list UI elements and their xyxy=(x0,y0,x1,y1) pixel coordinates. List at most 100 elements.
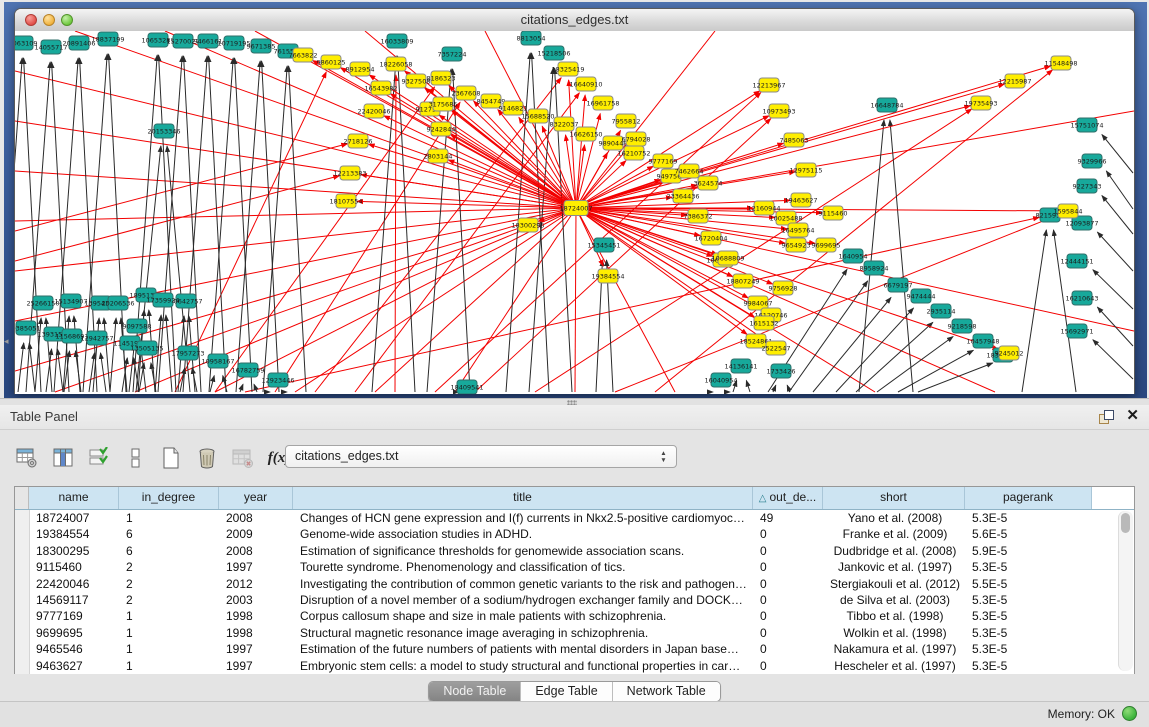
table-row[interactable]: 969969511998Structural magnetic resonanc… xyxy=(15,625,1134,641)
table-settings-icon[interactable] xyxy=(14,445,40,471)
graph-node[interactable]: 9474444 xyxy=(907,289,936,303)
graph-node[interactable]: 9329966 xyxy=(1078,154,1107,168)
graph-node[interactable]: 18325419 xyxy=(551,62,584,76)
graph-node[interactable]: 1733426 xyxy=(767,364,796,378)
tab-edge-table[interactable]: Edge Table xyxy=(521,682,612,701)
table-row[interactable]: 1938455462009Genome-wide association stu… xyxy=(15,526,1134,542)
graph-node[interactable]: 12923446 xyxy=(261,373,294,387)
table-row[interactable]: 911546021997Tourette syndrome. Phenomeno… xyxy=(15,559,1134,575)
network-canvas[interactable]: 2063109140557172089140618837199106532871… xyxy=(15,31,1134,394)
hide-columns-icon[interactable] xyxy=(122,445,148,471)
graph-node[interactable]: 16961758 xyxy=(586,96,619,110)
graph-node[interactable]: 9115460 xyxy=(819,206,848,220)
graph-node[interactable]: 3175685 xyxy=(429,97,458,111)
network-view[interactable]: 2063109140557172089140618837199106532871… xyxy=(15,31,1134,394)
graph-node[interactable]: 10457948 xyxy=(966,334,999,348)
graph-node[interactable]: 16040954 xyxy=(704,373,737,387)
graph-node[interactable]: 15218506 xyxy=(537,46,570,60)
graph-node[interactable]: 14136141 xyxy=(724,359,757,373)
graph-node[interactable]: 9245012 xyxy=(995,346,1024,360)
window-titlebar[interactable]: citations_edges.txt xyxy=(15,9,1134,32)
dropdown-stepper-icon[interactable]: ▲▼ xyxy=(658,448,669,466)
graph-node[interactable]: 18107554 xyxy=(329,194,362,208)
table-row[interactable]: 946362711997Embryonic stem cells: a mode… xyxy=(15,658,1134,674)
graph-node[interactable]: 16033809 xyxy=(380,34,413,48)
graph-node[interactable]: 9097588 xyxy=(123,319,152,333)
graph-node[interactable]: 7386372 xyxy=(684,209,713,223)
graph-node[interactable]: 16543982 xyxy=(364,81,397,95)
graph-node[interactable]: 7357224 xyxy=(438,47,467,61)
graph-node[interactable]: 9654923 xyxy=(782,238,811,252)
graph-node[interactable]: 9699695 xyxy=(812,238,841,252)
graph-node[interactable]: 16640910 xyxy=(569,77,602,91)
graph-node[interactable]: 16210643 xyxy=(1065,291,1098,305)
table-row[interactable]: 1830029562008Estimation of significance … xyxy=(15,543,1134,559)
table-row[interactable]: 977716911998Corpus callosum shape and si… xyxy=(15,608,1134,624)
graph-node[interactable]: 9227343 xyxy=(1073,179,1102,193)
graph-node[interactable]: 2803144 xyxy=(424,149,453,163)
graph-node[interactable]: 6794028 xyxy=(622,132,651,146)
graph-node[interactable]: 2718126 xyxy=(344,134,373,148)
graph-node[interactable]: 1640954 xyxy=(839,249,868,263)
scrollbar-thumb[interactable] xyxy=(1121,513,1130,533)
graph-node[interactable]: 9242844 xyxy=(427,122,456,136)
column-visibility-icon[interactable] xyxy=(50,445,76,471)
graph-node[interactable]: 8813054 xyxy=(517,31,546,45)
graph-node[interactable]: 8958924 xyxy=(860,261,889,275)
graph-node[interactable]: 12444151 xyxy=(1060,254,1093,268)
network-window[interactable]: citations_edges.txt 20631091405571720891… xyxy=(14,8,1135,394)
column-header-name[interactable]: name xyxy=(29,487,119,509)
column-header-pagerank[interactable]: pagerank xyxy=(965,487,1092,509)
graph-node[interactable]: 15345451 xyxy=(587,238,620,252)
graph-node[interactable]: 18837199 xyxy=(91,32,124,46)
graph-node[interactable]: 7663822 xyxy=(289,48,318,62)
graph-node[interactable]: 19463627 xyxy=(784,193,817,207)
graph-node[interactable]: 8912954 xyxy=(346,62,375,76)
row-checklist-icon[interactable] xyxy=(86,445,112,471)
graph-node[interactable]: 12213967 xyxy=(752,78,785,92)
graph-node[interactable]: 3624574 xyxy=(694,176,723,190)
graph-node[interactable]: 19384554 xyxy=(591,269,624,283)
graph-node[interactable]: 16782759 xyxy=(231,363,264,377)
graph-node[interactable]: 16648784 xyxy=(870,98,903,112)
delete-column-trash-icon[interactable] xyxy=(194,445,220,471)
column-header-out_de[interactable]: △out_de... xyxy=(753,487,823,509)
graph-node[interactable]: 12215987 xyxy=(998,74,1031,88)
graph-node[interactable]: 19735493 xyxy=(964,96,997,110)
graph-node[interactable]: 18226058 xyxy=(379,57,412,71)
graph-node[interactable]: 1615132 xyxy=(750,316,779,330)
new-column-icon[interactable] xyxy=(158,445,184,471)
graph-node[interactable]: 15692971 xyxy=(1060,324,1093,338)
tab-node-table[interactable]: Node Table xyxy=(429,682,521,701)
table-row[interactable]: 946554611997Estimation of the future num… xyxy=(15,641,1134,657)
tab-network-table[interactable]: Network Table xyxy=(613,682,720,701)
hide-panel-arrow-icon[interactable]: ◂ xyxy=(4,336,9,347)
table-row[interactable]: 2242004622012Investigating the contribut… xyxy=(15,576,1134,592)
graph-node[interactable]: 2522547 xyxy=(762,341,791,355)
graph-node[interactable]: 9218598 xyxy=(948,319,977,333)
graph-node[interactable]: 12160944 xyxy=(747,201,780,215)
vertical-scrollbar[interactable] xyxy=(1118,511,1133,671)
graph-node[interactable]: 7955812 xyxy=(612,114,641,128)
graph-node[interactable]: 9860125 xyxy=(317,55,346,69)
graph-node[interactable]: 8186323 xyxy=(427,71,456,85)
column-header-short[interactable]: short xyxy=(823,487,965,509)
graph-node[interactable]: 10958167 xyxy=(201,354,234,368)
graph-node[interactable]: 9756928 xyxy=(769,281,798,295)
table-row[interactable]: 1456911722003Disruption of a novel membe… xyxy=(15,592,1134,608)
graph-node[interactable]: 1595844 xyxy=(1054,204,1083,218)
column-header-year[interactable]: year xyxy=(219,487,293,509)
column-header-title[interactable]: title xyxy=(293,487,753,509)
graph-node[interactable]: 7485063 xyxy=(780,133,809,147)
float-panel-icon[interactable] xyxy=(1099,410,1113,424)
table-row[interactable]: 1872400712008Changes of HCN gene express… xyxy=(15,510,1134,526)
graph-node[interactable]: 2935114 xyxy=(927,304,956,318)
graph-node[interactable]: 15751074 xyxy=(1070,118,1103,132)
graph-node[interactable]: 12213383 xyxy=(333,166,366,180)
graph-node[interactable]: 6679197 xyxy=(884,278,913,292)
graph-node[interactable]: 8322037 xyxy=(550,117,579,131)
graph-node[interactable]: 9671385 xyxy=(247,39,276,53)
graph-node[interactable]: 11548498 xyxy=(1044,56,1077,70)
table-selector-dropdown[interactable]: citations_edges.txt ▲▼ xyxy=(285,445,677,468)
close-panel-icon[interactable]: ✕ xyxy=(1126,407,1139,425)
